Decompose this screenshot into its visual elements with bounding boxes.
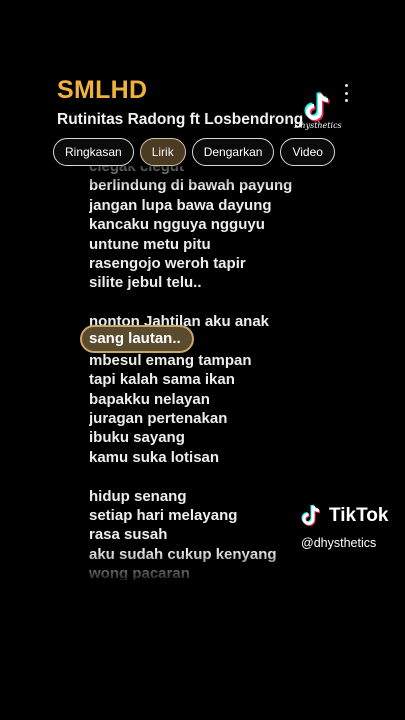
lyric-blank-line	[89, 293, 292, 312]
lyrics-screen: SMLHD Rutinitas Radong ft Losbendrong Dh…	[0, 0, 405, 720]
song-artist: Rutinitas Radong ft Losbendrong	[57, 111, 304, 128]
lyric-line: untune metu pitu	[89, 235, 211, 253]
lyric-line: ibuku sayang	[89, 429, 185, 447]
lyric-line: kamu suka lotisan	[89, 448, 220, 466]
tiktok-watermark: TikTok	[300, 503, 388, 529]
tab-video[interactable]: Video	[280, 138, 335, 166]
lyric-line: tapi kalah sama ikan	[89, 371, 235, 389]
lyric-line: hidup senang	[89, 487, 187, 505]
lyric-line: rasengojo weroh tapir	[89, 254, 246, 272]
tab-dengarkan[interactable]: Dengarkan	[191, 138, 275, 166]
lyric-blank-line	[89, 467, 292, 486]
tab-bar: Ringkasan Lirik Dengarkan Video	[53, 138, 335, 166]
lyric-line: clegak clegut	[89, 166, 185, 175]
lyrics-scroll-content: clegak clegut berlindung di bawah payung…	[89, 166, 292, 580]
lyric-line: kancaku ngguya ngguyu	[89, 216, 265, 234]
creator-handle: @dhysthetics	[301, 536, 377, 550]
lyric-line: aku sudah cukup kenyang	[89, 545, 277, 563]
lyric-line: berlindung di bawah payung	[89, 177, 293, 195]
lyric-line: setiap hari melayang	[89, 507, 238, 525]
lyric-line: wong pacaran	[89, 565, 190, 580]
song-title: SMLHD	[57, 76, 148, 104]
lyric-line: bapakku nelayan	[89, 390, 210, 408]
tiktok-wordmark: TikTok	[329, 505, 389, 526]
lyric-line: rasa susah	[89, 526, 168, 544]
lyric-line: jangan lupa bawa dayung	[89, 196, 272, 214]
lyrics-panel[interactable]: clegak clegut berlindung di bawah payung…	[89, 166, 309, 580]
tab-lirik[interactable]: Lirik	[139, 138, 186, 166]
more-vertical-icon[interactable]	[340, 84, 352, 102]
current-lyric-line[interactable]: sang lautan..	[89, 329, 181, 349]
tab-ringkasan[interactable]: Ringkasan	[53, 138, 134, 166]
brand-script-logo: Dhysthetics	[294, 121, 342, 130]
lyric-line: juragan pertenakan	[89, 410, 228, 428]
lyric-line: mbesul emang tampan	[89, 351, 252, 369]
lyric-line: silite jebul telu..	[89, 274, 202, 292]
tiktok-logo-icon	[301, 504, 321, 526]
